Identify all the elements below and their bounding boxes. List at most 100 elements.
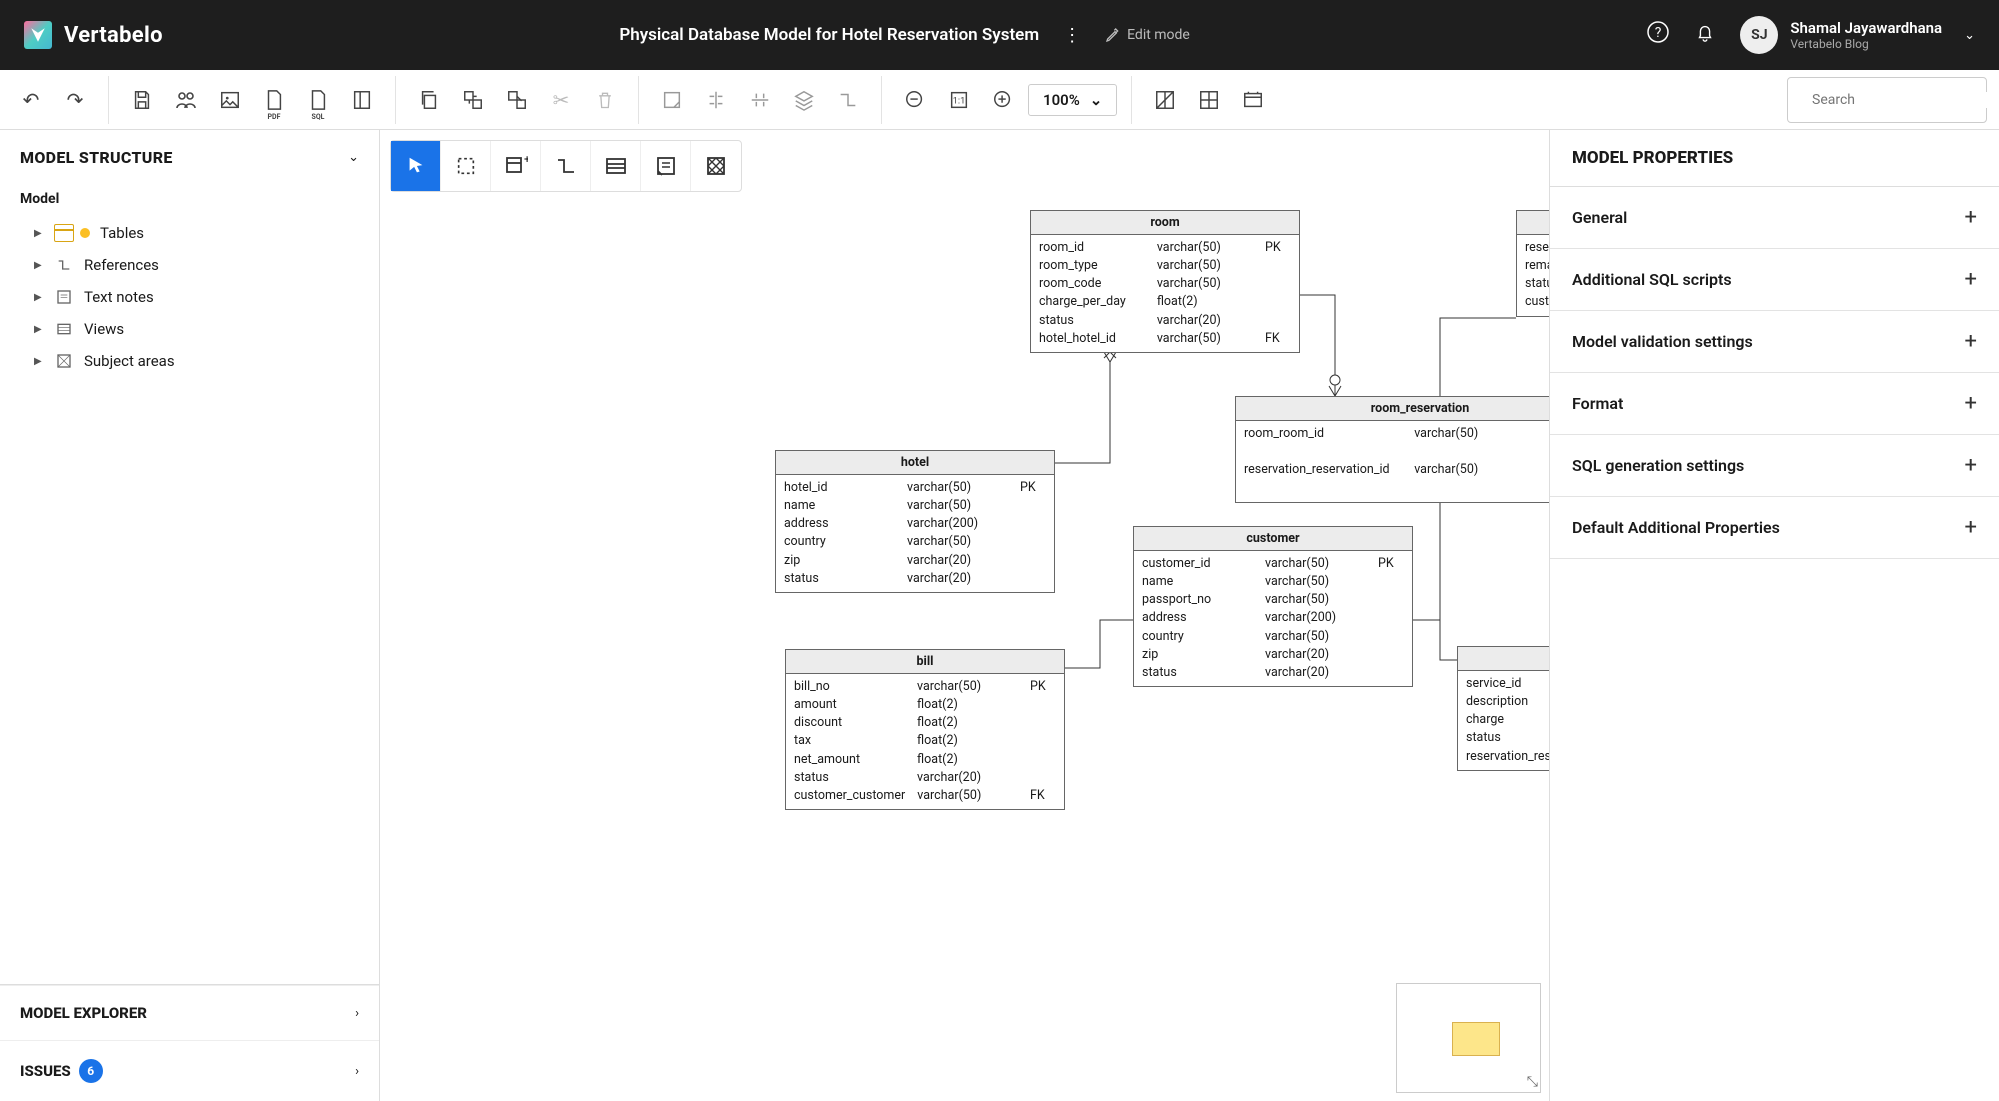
brand[interactable]: Vertabelo xyxy=(24,21,163,49)
add-note-tool[interactable] xyxy=(641,141,691,191)
model-structure-header[interactable]: MODEL STRUCTURE ⌄ xyxy=(0,130,379,185)
tree-item-tables[interactable]: ▶Tables xyxy=(20,217,359,249)
zoom-fit-button[interactable]: 1:1 xyxy=(940,81,978,119)
zoom-select[interactable]: 100%⌄ xyxy=(1028,84,1117,116)
model-explorer-header[interactable]: MODEL EXPLORER › xyxy=(0,985,379,1040)
routing-button[interactable] xyxy=(829,81,867,119)
tree-item-references[interactable]: ▶References xyxy=(20,249,359,281)
sql-export-button[interactable]: SQL xyxy=(299,81,337,119)
table-bill[interactable]: billbill_novarchar(50)PKamountfloat(2)di… xyxy=(785,649,1065,810)
property-section-default-additional-properties[interactable]: Default Additional Properties+ xyxy=(1550,497,1999,559)
property-section-format[interactable]: Format + xyxy=(1550,373,1999,435)
model-root[interactable]: Model xyxy=(20,191,359,207)
column-row: statusvarchar(20) xyxy=(1525,275,1549,293)
property-label: General xyxy=(1572,208,1627,227)
tables-layer: roomroom_idvarchar(50)PKroom_typevarchar… xyxy=(380,130,1549,1101)
column-row: remarksvarchar(200) xyxy=(1525,257,1549,275)
marquee-tool[interactable] xyxy=(441,141,491,191)
table-service[interactable]: serviceservice_idvarchar(50)PKdescriptio… xyxy=(1457,646,1549,771)
xml-export-button[interactable] xyxy=(343,81,381,119)
tree-item-label: Views xyxy=(84,320,124,338)
edit-mode-button[interactable]: Edit mode xyxy=(1105,27,1190,43)
table-reservation[interactable]: reservationreservation_idvarchar(50)PKre… xyxy=(1516,210,1549,317)
zoom-in-button[interactable] xyxy=(984,81,1022,119)
image-export-button[interactable] xyxy=(211,81,249,119)
grid-button[interactable] xyxy=(1146,81,1184,119)
property-section-general[interactable]: General+ xyxy=(1550,187,1999,249)
property-label: Format xyxy=(1572,394,1623,413)
column-row: room_room_idvarchar(50)PK FK xyxy=(1244,425,1549,461)
column-row: service_idvarchar(50)PK xyxy=(1466,675,1549,693)
plus-icon: + xyxy=(1965,267,1977,292)
bell-icon[interactable] xyxy=(1694,21,1716,49)
issue-count-badge: 6 xyxy=(79,1059,103,1083)
zoom-out-button[interactable] xyxy=(896,81,934,119)
add-table-tool[interactable]: + xyxy=(491,141,541,191)
issues-header[interactable]: ISSUES6 › xyxy=(0,1040,379,1101)
search-input[interactable] xyxy=(1812,92,1990,108)
duplicate-button[interactable] xyxy=(498,81,536,119)
add-view-tool[interactable] xyxy=(591,141,641,191)
tree-item-views[interactable]: ▶Views xyxy=(20,313,359,345)
column-row: statusvarchar(20) xyxy=(1142,664,1404,682)
copy-button[interactable] xyxy=(410,81,448,119)
undo-button[interactable]: ↶ xyxy=(12,81,50,119)
property-section-sql-generation-settings[interactable]: SQL generation settings+ xyxy=(1550,435,1999,497)
ref-icon xyxy=(54,256,74,274)
right-panel: MODEL PROPERTIES General+Additional SQL … xyxy=(1549,130,1999,1101)
column-row: chargefloat(2) xyxy=(1466,711,1549,729)
model-tree: Model ▶Tables▶References▶Text notes▶View… xyxy=(0,185,379,984)
user-name: Shamal Jayawardhana xyxy=(1790,19,1942,37)
table-room[interactable]: roomroom_idvarchar(50)PKroom_typevarchar… xyxy=(1030,210,1300,353)
area-icon xyxy=(54,352,74,370)
property-section-additional-sql-scripts[interactable]: Additional SQL scripts+ xyxy=(1550,249,1999,311)
share-button[interactable] xyxy=(167,81,205,119)
mini-map[interactable]: ⤡ xyxy=(1396,983,1541,1093)
tree-item-text-notes[interactable]: ▶Text notes xyxy=(20,281,359,313)
brand-text: Vertabelo xyxy=(64,23,163,48)
layers-button[interactable] xyxy=(785,81,823,119)
table-customer[interactable]: customercustomer_idvarchar(50)PKnamevarc… xyxy=(1133,526,1413,687)
model-menu-icon[interactable]: ⋮ xyxy=(1055,25,1089,46)
svg-text:+: + xyxy=(524,154,528,166)
view-icon xyxy=(54,320,74,338)
paste-button[interactable] xyxy=(454,81,492,119)
user-menu[interactable]: SJ Shamal Jayawardhana Vertabelo Blog ⌄ xyxy=(1740,16,1975,54)
add-reference-tool[interactable] xyxy=(541,141,591,191)
search-box[interactable]: CTRL + F xyxy=(1787,77,1987,123)
select-tool[interactable] xyxy=(391,141,441,191)
table-hotel[interactable]: hotelhotel_idvarchar(50)PKnamevarchar(50… xyxy=(775,450,1055,593)
redo-button[interactable]: ↷ xyxy=(56,81,94,119)
help-icon[interactable]: ? xyxy=(1646,20,1670,50)
table-header: room_reservation xyxy=(1236,397,1549,421)
avatar: SJ xyxy=(1740,16,1778,54)
svg-text:?: ? xyxy=(1655,25,1662,41)
diagram-canvas[interactable]: + xyxy=(380,130,1549,1101)
caret-icon: ▶ xyxy=(34,260,44,271)
table-room_reservation[interactable]: room_reservation room_room_idvarchar(50)P… xyxy=(1235,396,1549,503)
plus-icon: + xyxy=(1965,391,1977,416)
tree-item-subject-areas[interactable]: ▶Subject areas xyxy=(20,345,359,377)
align-left-button[interactable] xyxy=(697,81,735,119)
column-row: room_idvarchar(50)PK xyxy=(1039,239,1291,257)
mini-map-viewport xyxy=(1452,1022,1500,1056)
note-icon xyxy=(54,288,74,306)
table-header: room xyxy=(1031,211,1299,235)
delete-button[interactable] xyxy=(586,81,624,119)
table-header: hotel xyxy=(776,451,1054,475)
column-row: customer_customervarchar(50)FK xyxy=(794,787,1056,805)
cut-button[interactable]: ✂ xyxy=(542,81,580,119)
resize-icon: ⤡ xyxy=(1527,1074,1538,1090)
pdf-export-button[interactable]: PDF xyxy=(255,81,293,119)
property-section-model-validation-settings[interactable]: Model validation settings+ xyxy=(1550,311,1999,373)
caret-icon: ▶ xyxy=(34,292,44,303)
arrange-button[interactable] xyxy=(653,81,691,119)
column-row: customer_customvarchar(50)FK xyxy=(1525,293,1549,311)
snap-button[interactable] xyxy=(1190,81,1228,119)
chevron-down-icon: ⌄ xyxy=(348,150,359,165)
align-center-button[interactable] xyxy=(741,81,779,119)
save-button[interactable] xyxy=(123,81,161,119)
column-row: customer_idvarchar(50)PK xyxy=(1142,555,1404,573)
theme-button[interactable] xyxy=(1234,81,1272,119)
add-area-tool[interactable] xyxy=(691,141,741,191)
